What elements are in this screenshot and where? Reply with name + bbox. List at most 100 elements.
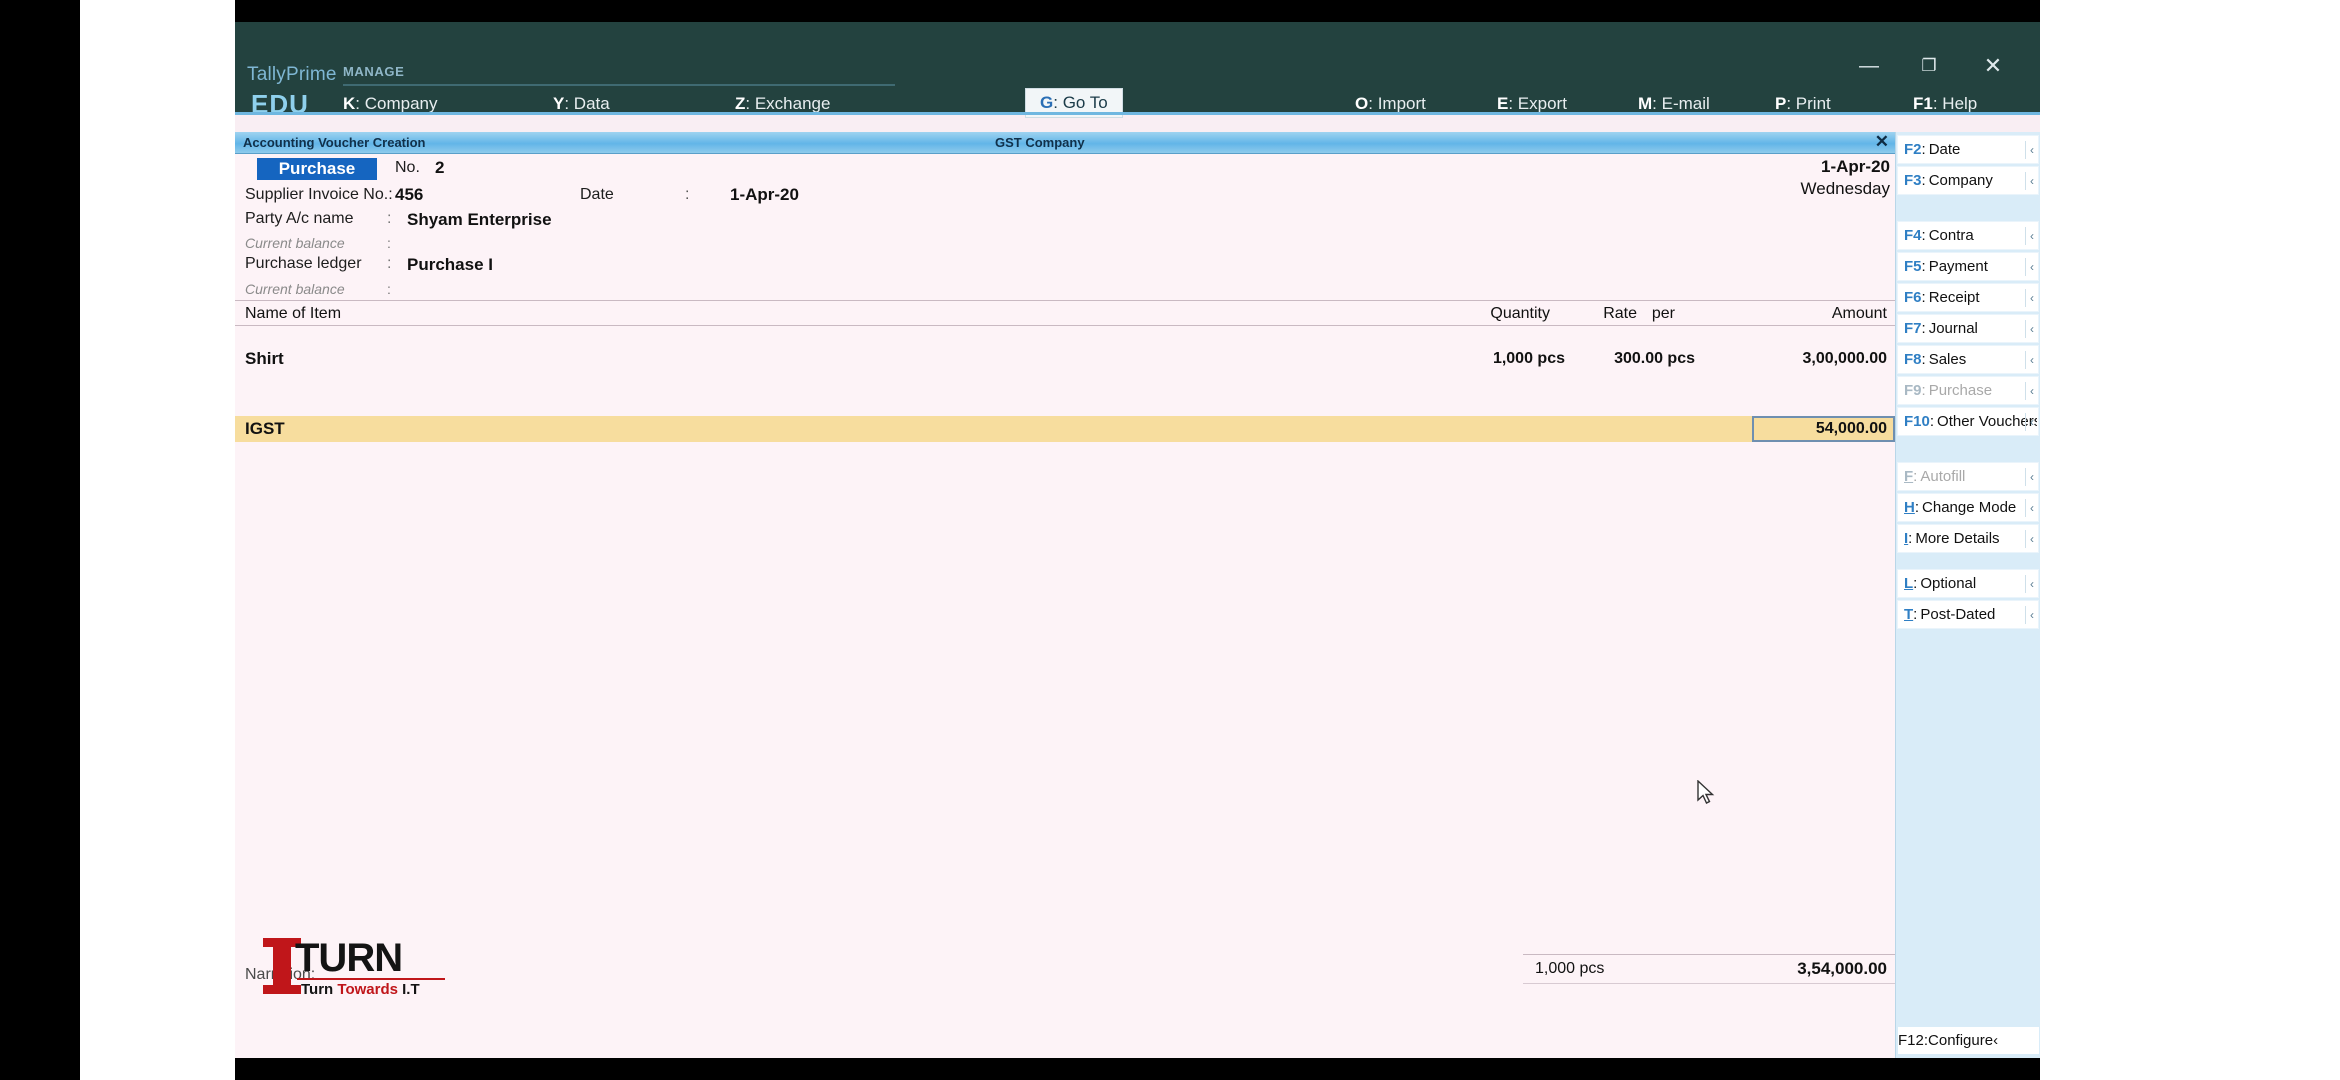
letterbox-top (235, 0, 2040, 22)
date-field[interactable]: 1-Apr-20 (730, 185, 799, 205)
main-menu: K: Company Y: Data Z: Exchange G: Go To … (235, 88, 2040, 118)
logo-wordmark: TURN (295, 936, 403, 980)
purchase-ledger-colon: : (387, 255, 392, 272)
menu-item-exchange[interactable]: Z: Exchange (735, 94, 830, 115)
logo-tagline-3: I.T (402, 981, 420, 998)
voucher-no-value[interactable]: 2 (435, 158, 444, 178)
button-key: L (1904, 575, 1914, 592)
button-f2-date[interactable]: F2: Date ‹ (1898, 136, 2038, 163)
column-header-quantity: Quantity (1490, 305, 1550, 322)
voucher-body: Purchase No. 2 Supplier Invoice No.: 456… (235, 154, 1895, 1058)
iturn-logo: TURN Turn Towards I.T (263, 936, 467, 998)
desktop-left (80, 0, 235, 1080)
chevron-left-icon: ‹ (2025, 258, 2034, 276)
button-f8-sales[interactable]: F8: Sales ‹ (1898, 346, 2038, 373)
tax-row-igst[interactable]: IGST 54,000.00 (235, 416, 1895, 442)
button-label: Change Mode (1922, 499, 2017, 516)
menu-item-email[interactable]: M: E-mail (1638, 94, 1710, 115)
button-f12-configure[interactable]: F12: Configure ‹ (1898, 1027, 2039, 1054)
item-amount[interactable]: 3,00,000.00 (1802, 350, 1887, 368)
button-more-details[interactable]: I: More Details ‹ (1898, 525, 2038, 552)
button-f7-journal[interactable]: F7: Journal ‹ (1898, 315, 2038, 342)
chevron-left-icon: ‹ (2025, 320, 2034, 338)
voucher-type-badge[interactable]: Purchase (257, 158, 377, 180)
menu-item-help[interactable]: F1: Help (1913, 94, 1977, 114)
button-label: Autofill (1920, 468, 1966, 485)
logo-tagline-2: Towards (337, 981, 403, 998)
column-header-per: per (1651, 305, 1675, 322)
items-table-header: Name of Item Quantity Rate per Amount (235, 300, 1895, 326)
button-label: Optional (1920, 575, 1977, 592)
voucher-no-label: No. (395, 159, 420, 176)
window-controls: — ❐ ✕ (1846, 52, 2026, 82)
button-f5-payment[interactable]: F5: Payment ‹ (1898, 253, 2038, 280)
item-per[interactable]: pcs (1667, 350, 1695, 368)
chevron-left-icon: ‹ (2025, 172, 2034, 190)
logo-tagline-1: Turn (301, 981, 338, 998)
menu-item-import[interactable]: O: Import (1355, 94, 1426, 115)
button-label: Payment (1928, 258, 1988, 275)
button-label: Other Vouchers (1937, 413, 2038, 430)
button-optional[interactable]: L: Optional ‹ (1898, 570, 2038, 597)
tax-amount-input[interactable]: 54,000.00 (1752, 416, 1895, 442)
menu-item-data[interactable]: Y: Data (553, 94, 610, 115)
letterbox-bottom (235, 1058, 2040, 1080)
letterbox-left (0, 0, 80, 1080)
voucher-header-day: Wednesday (1800, 179, 1890, 198)
party-field[interactable]: Shyam Enterprise (407, 210, 552, 230)
tax-ledger-name[interactable]: IGST (245, 419, 285, 439)
item-name[interactable]: Shirt (245, 349, 284, 369)
button-f6-receipt[interactable]: F6: Receipt ‹ (1898, 284, 2038, 311)
button-key: F7 (1904, 320, 1922, 337)
button-f10-other-vouchers[interactable]: F10: Other Vouchers ‹ (1898, 408, 2038, 435)
screen-close-icon[interactable]: ✕ (1875, 132, 1889, 152)
item-rate[interactable]: 300.00 (1614, 350, 1663, 368)
button-change-mode[interactable]: H: Change Mode ‹ (1898, 494, 2038, 521)
ledger-current-balance-colon: : (387, 281, 391, 297)
close-icon[interactable]: ✕ (1970, 52, 2016, 80)
purchase-ledger-field[interactable]: Purchase I (407, 255, 493, 275)
logo-tagline: Turn Towards I.T (301, 981, 420, 998)
maximize-icon[interactable]: ❐ (1906, 52, 1952, 80)
menu-label: : (1508, 94, 1518, 113)
menu-text: Data (573, 94, 610, 113)
button-label: Company (1928, 172, 1993, 189)
menu-label: : (1368, 94, 1378, 113)
chevron-left-icon: ‹ (1993, 1032, 1999, 1049)
table-row[interactable]: Shirt 1,000 pcs 300.00 pcs 3,00,000.00 (235, 346, 1895, 376)
app-brand: TallyPrime (247, 64, 337, 85)
tallyprime-window: TallyPrime EDU MANAGE K: Company Y: Data… (235, 22, 2040, 1058)
menu-label: : (745, 94, 755, 113)
chevron-left-icon: ‹ (2025, 227, 2034, 245)
chevron-left-icon: ‹ (2025, 499, 2034, 517)
supplier-invoice-label: Supplier Invoice No.: (245, 186, 393, 203)
menu-item-export[interactable]: E: Export (1497, 94, 1567, 115)
button-f3-company[interactable]: F3: Company ‹ (1898, 167, 2038, 194)
menu-text: Export (1517, 94, 1567, 113)
minimize-icon[interactable]: — (1846, 52, 1892, 80)
menu-label: : (1053, 93, 1063, 112)
panel-group-separator (1896, 556, 2040, 570)
date-label: Date (580, 186, 614, 203)
menu-text: Company (364, 94, 438, 113)
button-key: F2 (1904, 141, 1922, 158)
supplier-invoice-field[interactable]: 456 (395, 185, 423, 205)
chevron-left-icon: ‹ (2025, 530, 2034, 548)
button-key: F12 (1898, 1032, 1924, 1049)
item-quantity[interactable]: 1,000 pcs (1493, 350, 1565, 368)
party-label: Party A/c name (245, 210, 354, 227)
screen-title-bar: Accounting Voucher Creation GST Company … (235, 132, 1895, 154)
button-post-dated[interactable]: T: Post-Dated ‹ (1898, 601, 2038, 628)
column-header-amount: Amount (1831, 305, 1887, 322)
button-label: Post-Dated (1920, 606, 1996, 623)
mouse-cursor (1697, 779, 1717, 808)
right-button-panel: F2: Date ‹ F3: Company ‹ F4: Contra ‹ F5… (1895, 132, 2040, 1058)
menu-item-print[interactable]: P: Print (1775, 94, 1831, 115)
button-label: Configure (1928, 1032, 1994, 1049)
button-label: Journal (1928, 320, 1978, 337)
manage-underline (343, 84, 895, 86)
column-header-rate: Rate (1603, 305, 1637, 322)
button-f4-contra[interactable]: F4: Contra ‹ (1898, 222, 2038, 249)
menu-item-company[interactable]: K: Company (343, 94, 438, 115)
button-key: F3 (1904, 172, 1922, 189)
